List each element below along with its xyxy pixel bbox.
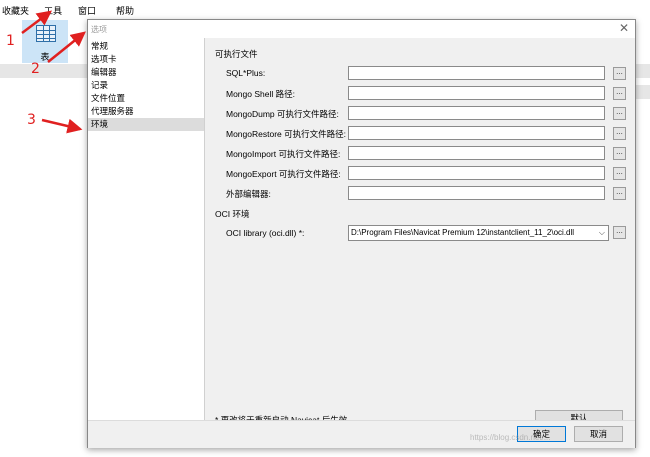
arrow-1 [21, 10, 52, 34]
annotation-number-1: 1 [6, 33, 15, 49]
annotation-number-2: 2 [31, 61, 40, 77]
annotation-arrows [21, 10, 86, 134]
annotation-number-3: 3 [27, 112, 36, 128]
arrow-3 [41, 118, 83, 134]
arrow-2 [47, 31, 86, 63]
watermark: https://blog.csdn.net/... [470, 433, 551, 442]
